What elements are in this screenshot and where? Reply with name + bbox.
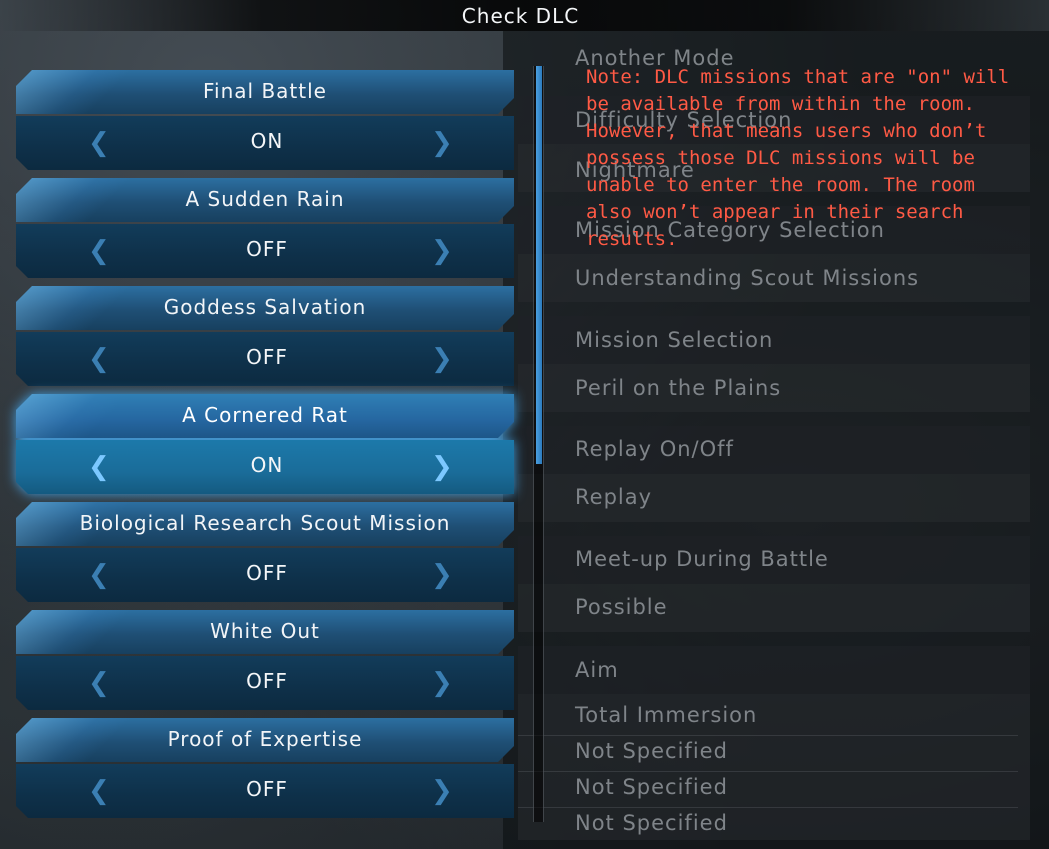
- aim-value: Not Specified: [575, 739, 728, 763]
- aim-label: Aim: [575, 658, 619, 682]
- arrow-right-icon[interactable]: ❯: [431, 238, 453, 264]
- dlc-name: White Out: [210, 619, 320, 643]
- dlc-name: A Sudden Rain: [185, 187, 345, 211]
- dlc-name: A Cornered Rat: [182, 403, 348, 427]
- dlc-note-text: Note: DLC missions that are "on" will be…: [586, 66, 1010, 250]
- scrollbar-thumb[interactable]: [536, 66, 542, 464]
- arrow-right-icon[interactable]: ❯: [431, 778, 453, 804]
- arrow-right-icon[interactable]: ❯: [431, 670, 453, 696]
- dlc-item-proof-of-expertise[interactable]: Proof of Expertise ❮ OFF ❯: [16, 718, 514, 818]
- dlc-name: Biological Research Scout Mission: [79, 511, 451, 535]
- divider: [518, 771, 1018, 772]
- divider: [518, 807, 1018, 808]
- mission-selection-label: Mission Selection: [575, 328, 774, 352]
- divider: [518, 735, 1018, 736]
- arrow-right-icon[interactable]: ❯: [431, 562, 453, 588]
- dlc-item-a-sudden-rain[interactable]: A Sudden Rain ❮ OFF ❯: [16, 178, 514, 278]
- dialog-title: Check DLC: [461, 4, 580, 28]
- aim-value: Total Immersion: [575, 703, 758, 727]
- arrow-right-icon[interactable]: ❯: [431, 454, 453, 480]
- dlc-name: Proof of Expertise: [167, 727, 363, 751]
- replay-label: Replay On/Off: [575, 437, 734, 461]
- aim-value: Not Specified: [575, 811, 728, 835]
- dlc-item-final-battle[interactable]: Final Battle ❮ ON ❯: [16, 70, 514, 170]
- dlc-name: Final Battle: [203, 79, 327, 103]
- meetup-value: Possible: [575, 595, 668, 619]
- meetup-label: Meet-up During Battle: [575, 547, 829, 571]
- replay-value: Replay: [575, 485, 653, 509]
- dlc-item-biological-research-scout-mission[interactable]: Biological Research Scout Mission ❮ OFF …: [16, 502, 514, 602]
- arrow-right-icon[interactable]: ❯: [431, 346, 453, 372]
- dlc-item-a-cornered-rat[interactable]: A Cornered Rat ❮ ON ❯: [16, 394, 514, 494]
- dlc-item-goddess-salvation[interactable]: Goddess Salvation ❮ OFF ❯: [16, 286, 514, 386]
- mission-selection-value: Peril on the Plains: [575, 376, 782, 400]
- arrow-right-icon[interactable]: ❯: [431, 130, 453, 156]
- aim-value: Not Specified: [575, 775, 728, 799]
- mission-category-value: Understanding Scout Missions: [575, 266, 920, 290]
- dlc-item-white-out[interactable]: White Out ❮ OFF ❯: [16, 610, 514, 710]
- dlc-name: Goddess Salvation: [163, 295, 367, 319]
